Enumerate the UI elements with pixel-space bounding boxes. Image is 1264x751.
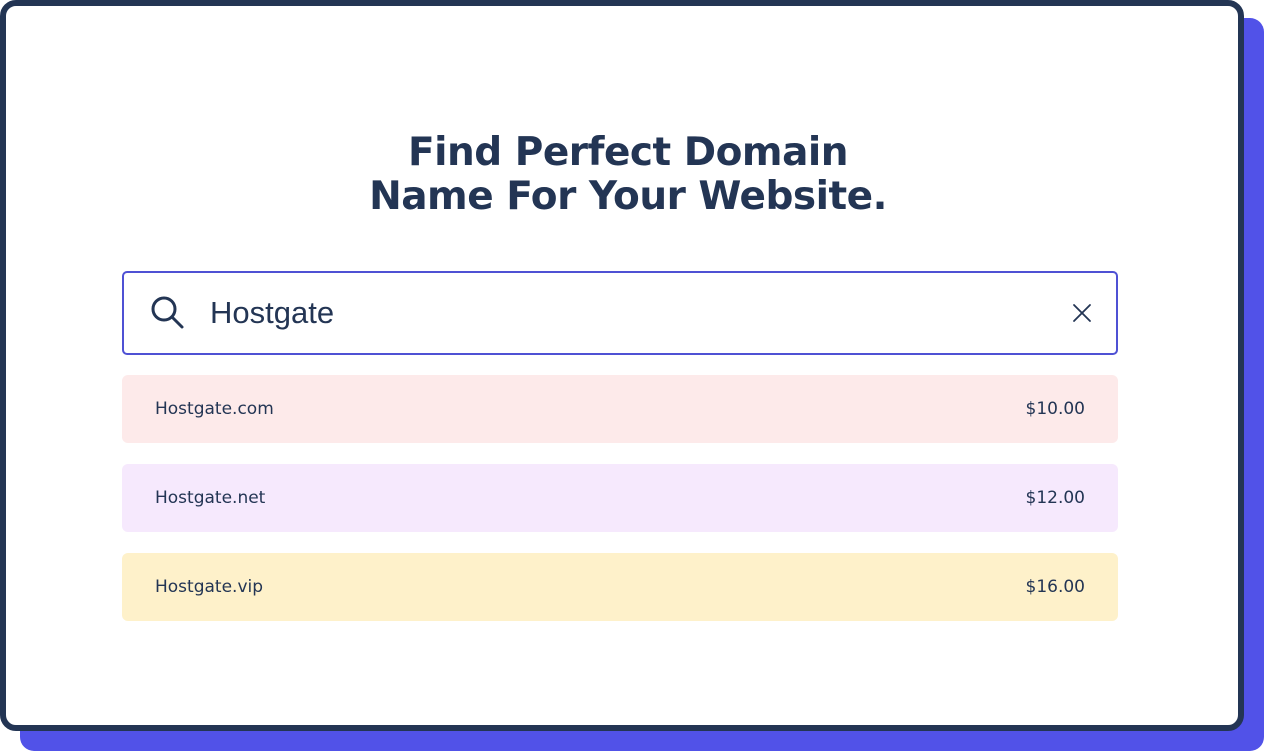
page-title-line-1: Find Perfect Domain	[407, 130, 849, 175]
page-title: Find Perfect Domain Name For Your Websit…	[6, 131, 1250, 219]
search-input[interactable]	[210, 289, 1030, 337]
domain-price: $16.00	[1025, 577, 1085, 597]
domain-name: Hostgate.com	[155, 399, 274, 419]
domain-result-net[interactable]: Hostgate.net $12.00	[122, 464, 1118, 532]
search-icon	[151, 296, 184, 329]
domain-price: $12.00	[1025, 488, 1085, 508]
domain-price: $10.00	[1025, 399, 1085, 419]
domain-result-com[interactable]: Hostgate.com $10.00	[122, 375, 1118, 443]
page-title-line-2: Name For Your Website.	[369, 174, 887, 219]
domain-result-vip[interactable]: Hostgate.vip $16.00	[122, 553, 1118, 621]
search-box[interactable]	[122, 271, 1118, 355]
domain-search-card: Find Perfect Domain Name For Your Websit…	[0, 0, 1244, 731]
page: Find Perfect Domain Name For Your Websit…	[0, 0, 1264, 751]
domain-name: Hostgate.vip	[155, 577, 264, 597]
domain-name: Hostgate.net	[155, 488, 266, 508]
close-icon[interactable]	[1070, 301, 1094, 325]
